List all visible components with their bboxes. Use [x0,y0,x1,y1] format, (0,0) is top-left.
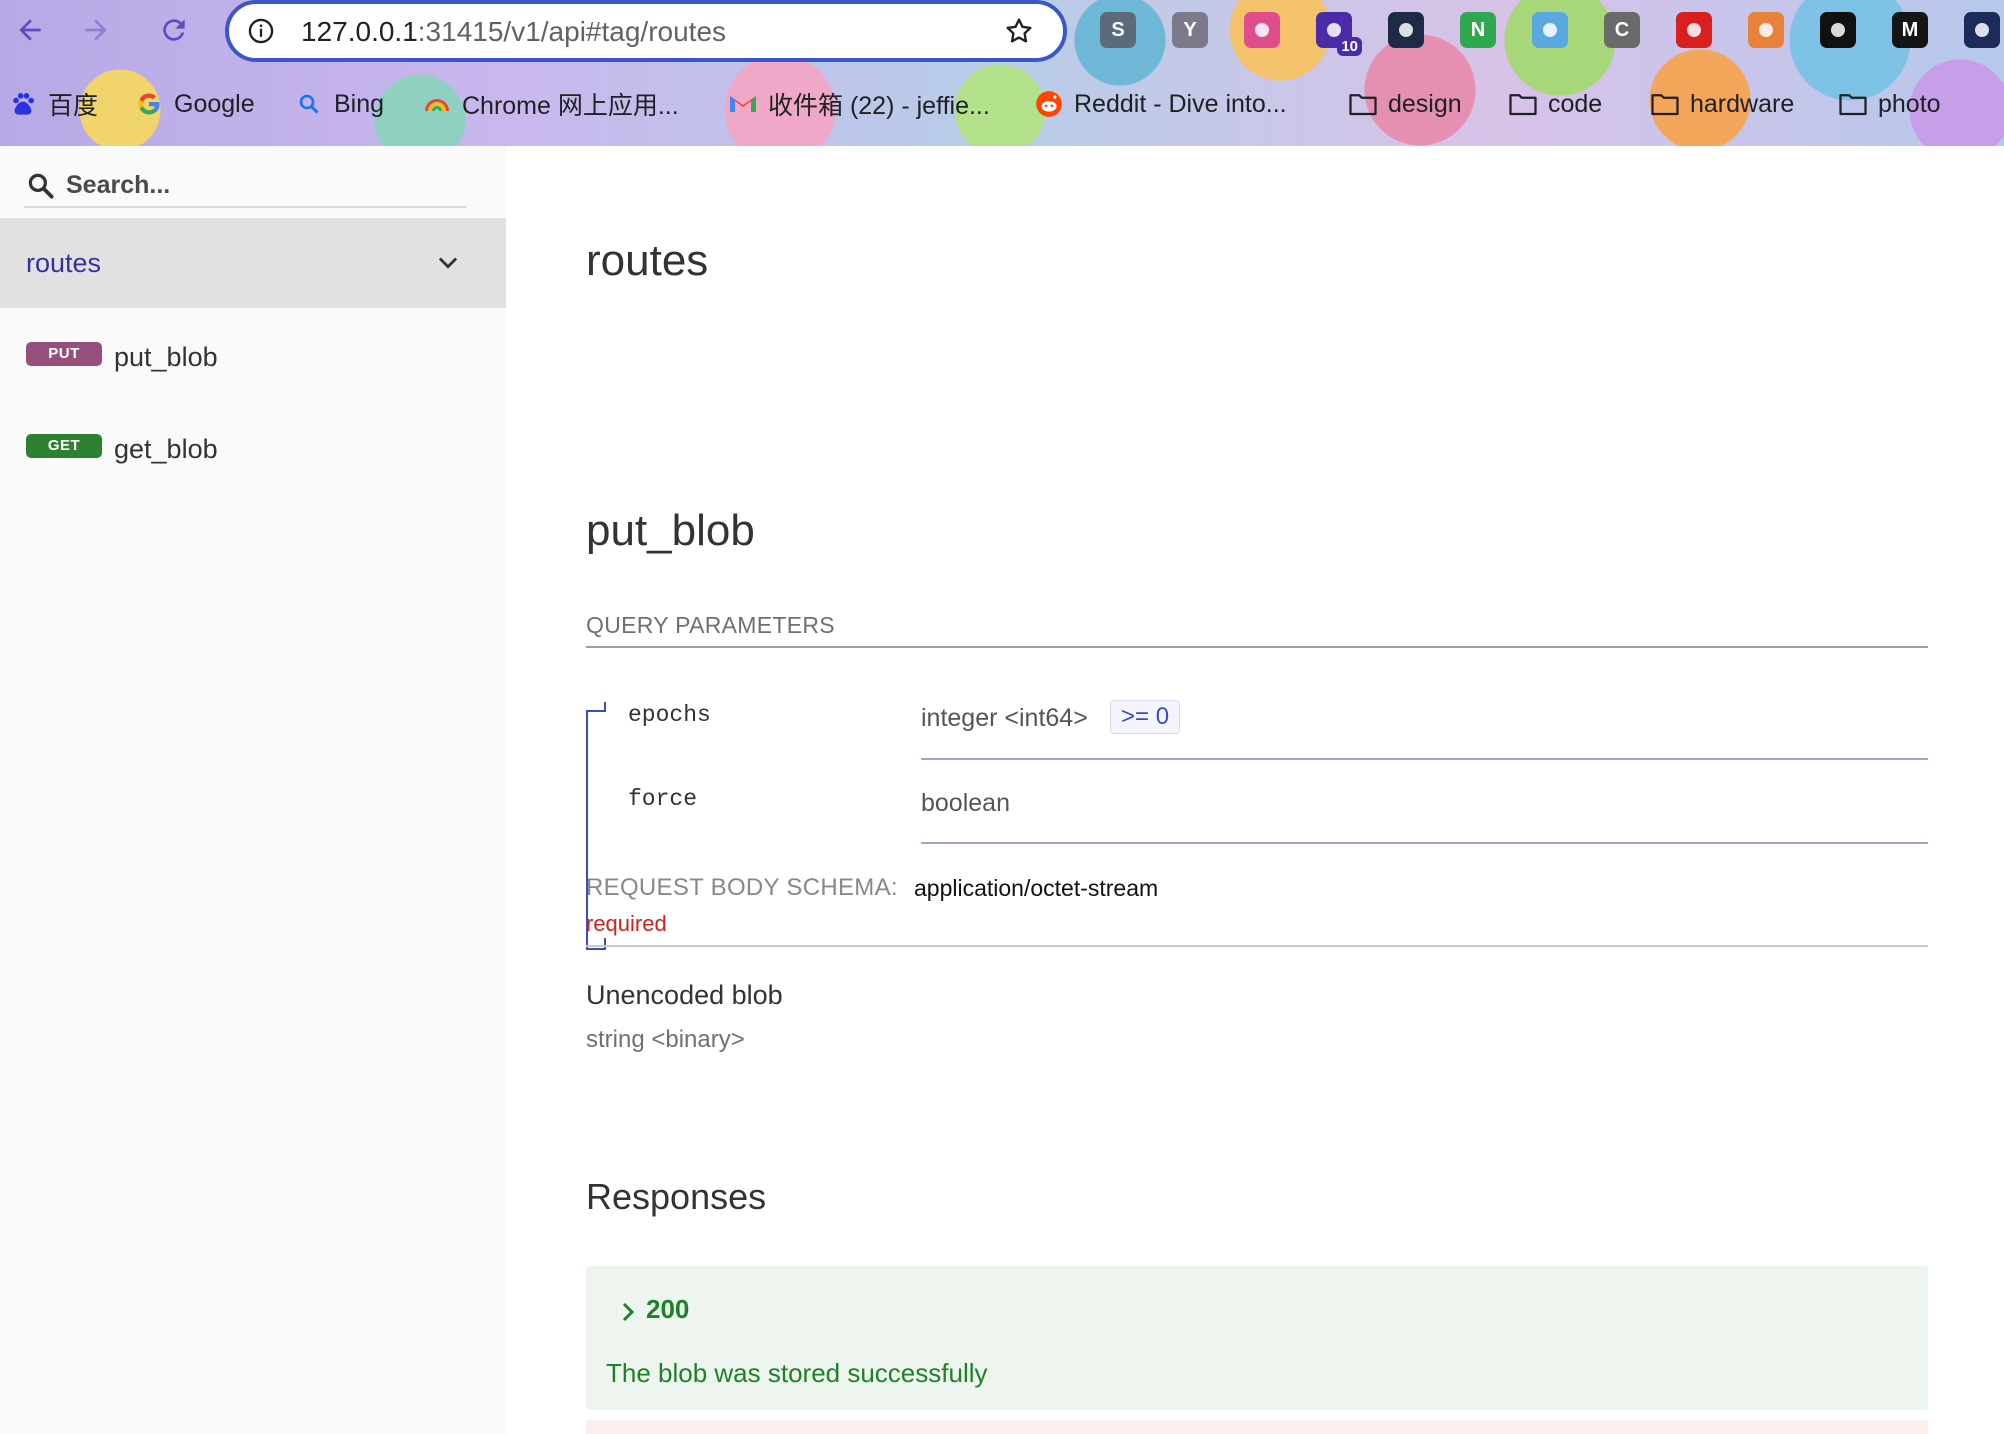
gmail-icon [728,89,758,119]
method-badge-get: GET [26,434,102,458]
sidebar-item-put-blob[interactable]: PUT put_blob [0,318,506,390]
chevron-down-icon [438,257,458,269]
bookmark-chrome-store[interactable]: Chrome 网上应用... [422,82,679,126]
baidu-icon [8,89,38,119]
search-icon [28,173,54,199]
stop-hand-icon[interactable] [1676,12,1712,48]
param-divider [921,758,1928,760]
sidebar-item-label: get_blob [114,434,218,464]
sidebar-item-get-blob[interactable]: GET get_blob [0,410,506,482]
bookmark-folder-photo[interactable]: photo [1838,82,1941,126]
folder-icon [1838,89,1868,119]
reddit-icon [1034,89,1064,119]
search-icon [294,89,324,119]
back-arrow-icon [19,19,41,41]
forward-arrow-icon [85,19,107,41]
method-badge-put: PUT [26,342,102,366]
chevron-right-icon [622,1302,635,1322]
responses-title: Responses [586,1176,767,1217]
reload-button[interactable] [154,10,194,50]
fox-icon[interactable] [1748,12,1784,48]
param-name-force: force [628,786,698,812]
param-type-force: boolean [921,789,1010,817]
folder-icon [1508,89,1538,119]
bookmark-label: Reddit - Dive into... [1074,89,1287,118]
folder-icon [1650,89,1680,119]
operation-title: put_blob [586,506,755,555]
response-next[interactable] [586,1420,1928,1434]
extension-count-badge: 10 [1337,37,1362,56]
bookmark-google[interactable]: Google [134,82,255,126]
tag-title: routes [586,236,709,285]
bookmark-label: code [1548,89,1603,118]
bookmark-label: 百度 [48,92,99,120]
request-body-description: Unencoded blob [586,980,783,1010]
response-description: The blob was stored successfully [606,1358,988,1388]
tree-connector [586,710,606,712]
request-body-content-type: application/octet-stream [914,875,1159,901]
tree-connector [586,948,606,950]
response-code: 200 [646,1294,690,1324]
graduation-cap-icon[interactable]: 10 [1316,12,1362,56]
sidebar-tag-routes[interactable]: routes [0,218,506,308]
site-info-icon[interactable] [247,17,275,45]
search-box [24,164,466,208]
reload-icon [163,19,185,41]
tree-connector [604,938,606,950]
param-divider [921,842,1928,844]
tree-connector [604,702,606,712]
dots-icon[interactable] [1820,12,1856,48]
bookmark-folder-design[interactable]: design [1348,82,1462,126]
sidebar: routes PUT put_blob GET get_blob [0,146,506,1434]
request-body-divider [586,945,1928,947]
browser-chrome: 127.0.0.1:31415/v1/api#tag/routes S Y 10 N C… [0,0,2004,146]
bookmarks-bar: 百度 Google Bing Chrome 网上应用... 收件箱 (22) - jef… [0,82,2004,126]
sidebar-item-label: put_blob [114,342,218,372]
required-label: required [586,911,667,936]
bookmark-label: photo [1878,89,1941,118]
back-button[interactable] [10,10,50,50]
bookmark-folder-code[interactable]: code [1508,82,1602,126]
request-body-label: REQUEST BODY SCHEMA: [586,874,898,901]
bookmark-baidu[interactable]: 百度 [8,82,98,126]
bookmark-label: hardware [1690,89,1795,118]
bookmark-label: design [1388,89,1462,118]
response-200[interactable]: 200 The blob was stored successfully [586,1266,1928,1410]
bookmark-star-icon[interactable] [1003,15,1035,47]
param-type-epochs: integer <int64> [921,704,1088,732]
fingerprint-icon[interactable] [1964,12,2000,48]
y-icon[interactable]: Y [1172,12,1208,48]
bookmark-label: Google [174,89,255,118]
bookmark-bing[interactable]: Bing [294,82,384,126]
google-icon [134,89,164,119]
c-icon[interactable]: C [1604,12,1640,48]
search-input[interactable] [66,168,456,202]
n-icon[interactable]: N [1460,12,1496,48]
url-text[interactable]: 127.0.0.1:31415/v1/api#tag/routes [301,16,726,48]
m-icon[interactable]: M [1892,12,1928,48]
folder-icon [1348,89,1378,119]
drop-icon[interactable] [1532,12,1568,48]
bookmark-gmail[interactable]: 收件箱 (22) - jeffie... [728,82,990,126]
sidebar-tag-label: routes [26,248,102,278]
tv-icon[interactable] [1244,12,1280,48]
param-constraint-badge: >= 0 [1110,700,1181,734]
forward-button[interactable] [76,10,116,50]
bookmark-folder-hardware[interactable]: hardware [1650,82,1794,126]
main-content: routes put_blob QUERY PARAMETERS epochs … [506,146,2004,1434]
s-icon[interactable]: S [1100,12,1136,48]
bookmark-reddit[interactable]: Reddit - Dive into... [1034,82,1287,126]
param-name-epochs: epochs [628,702,711,728]
react-icon[interactable] [1388,12,1424,48]
bookmark-label: Chrome 网上应用... [462,92,679,120]
bookmark-label: Bing [334,89,385,118]
bookmark-label: 收件箱 (22) - jeffie... [768,92,990,120]
request-body-format: string <binary> [586,1026,745,1053]
address-bar[interactable]: 127.0.0.1:31415/v1/api#tag/routes [225,0,1067,62]
rainbow-icon [422,89,452,119]
query-parameters-header: QUERY PARAMETERS [586,612,1928,648]
